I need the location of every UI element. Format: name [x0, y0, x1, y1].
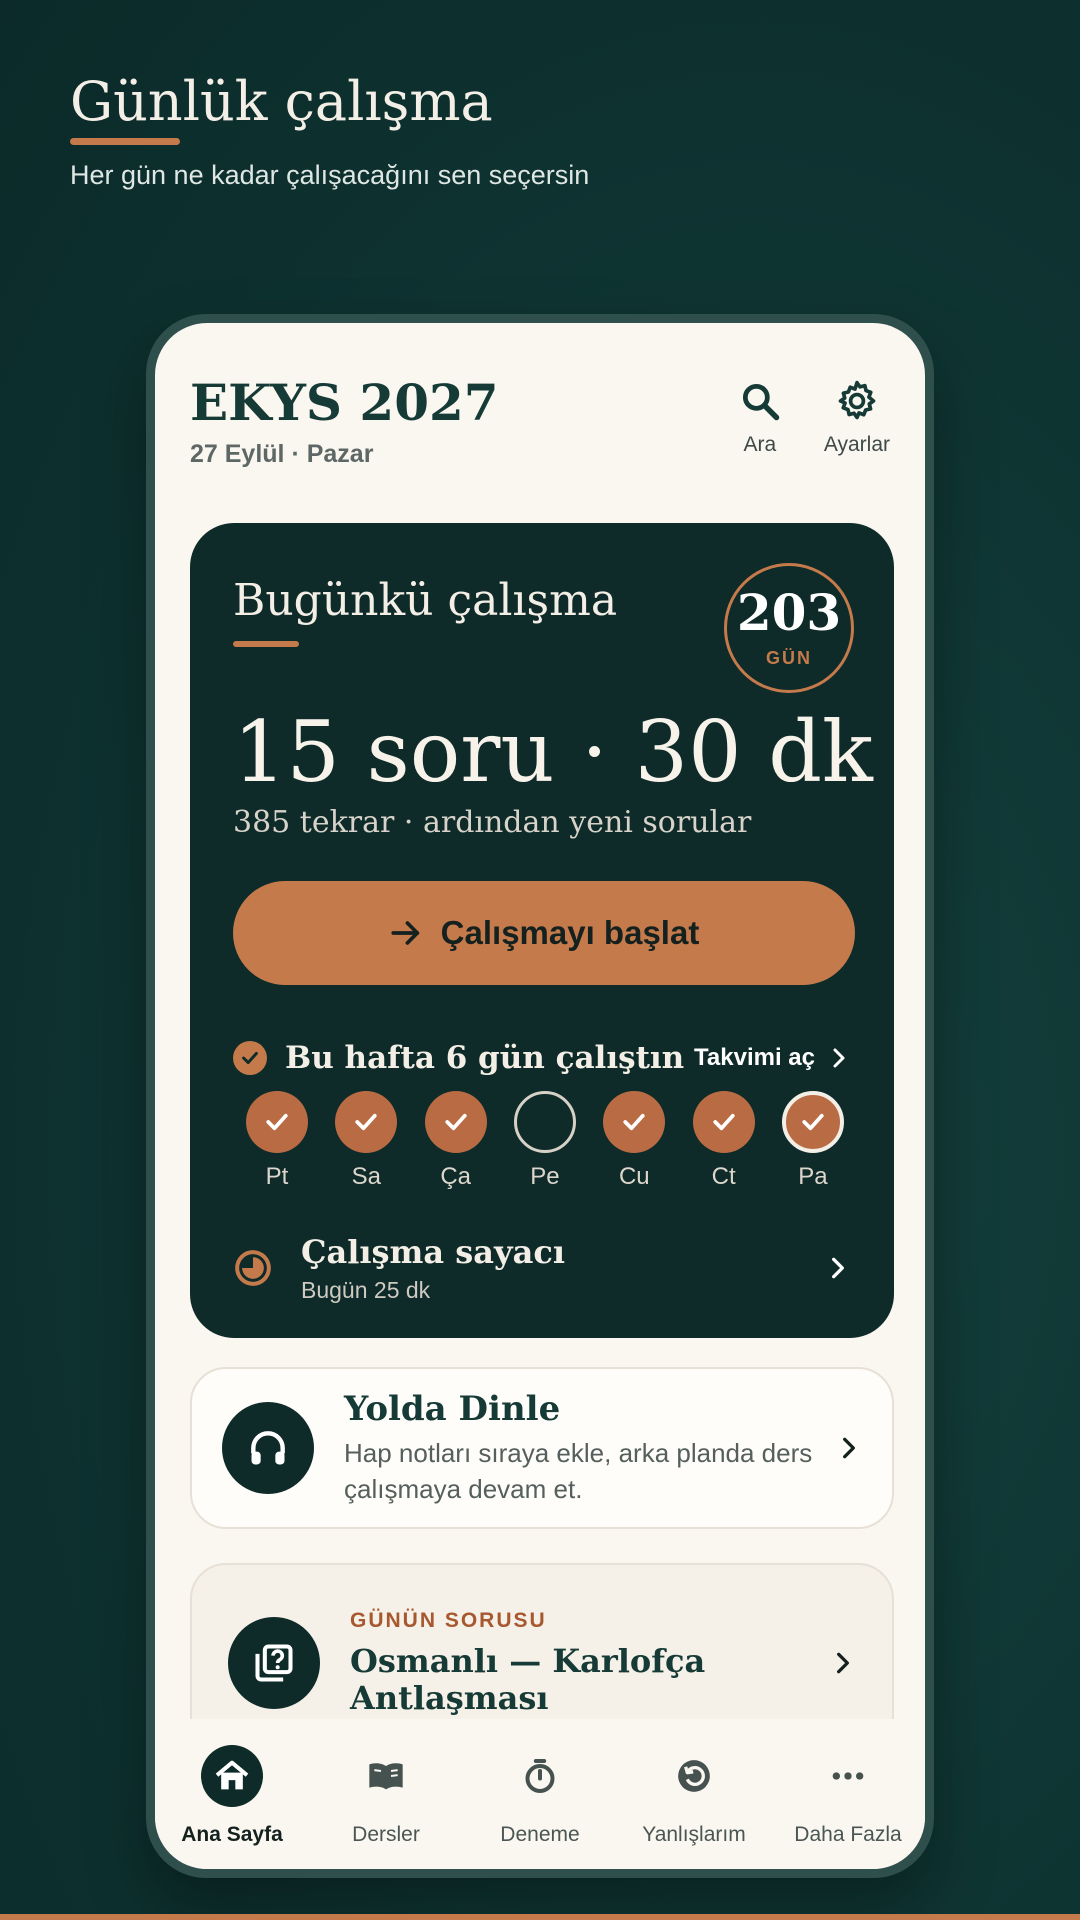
week-day: Sa — [334, 1091, 398, 1191]
timer-title: Çalışma sayacı — [301, 1232, 565, 1271]
quiz-icon — [228, 1617, 320, 1709]
chevron-right-icon — [832, 1257, 844, 1279]
day-done-check-icon — [246, 1091, 308, 1153]
search-icon — [742, 383, 780, 421]
day-done-check-icon — [603, 1091, 666, 1153]
question-of-day-label: GÜNÜN SORUSU — [350, 1609, 547, 1633]
week-days: Pt Sa Ça Pe Cu Ct Pa — [245, 1091, 845, 1191]
study-timer-row[interactable]: Çalışma sayacı Bugün 25 dk — [233, 1233, 851, 1303]
more-icon — [817, 1745, 879, 1807]
stopwatch-icon — [509, 1745, 571, 1807]
nav-item-more[interactable]: Daha Fazla — [773, 1745, 923, 1847]
day-done-check-icon — [781, 1091, 844, 1153]
nav-label: Dersler — [352, 1823, 420, 1846]
chevron-right-icon — [837, 1652, 849, 1674]
hero-subtitle: Her gün ne kadar çalışacağını sen seçers… — [70, 160, 590, 190]
hero-underline — [70, 138, 180, 145]
day-done-check-icon — [424, 1091, 487, 1153]
app-header: EKYS 2027 27 Eylül · Pazar Ara Ayarlar — [190, 373, 890, 483]
arrow-right-icon — [391, 921, 419, 945]
search-label: Ara — [743, 433, 777, 456]
study-title: Bugünkü çalışma — [233, 575, 618, 626]
nav-label: Daha Fazla — [794, 1823, 902, 1846]
search-button[interactable]: Ara — [738, 379, 782, 457]
question-of-day-title: Osmanlı — Karlofça Antlaşması — [350, 1642, 706, 1717]
chevron-right-icon — [843, 1437, 855, 1459]
start-study-button[interactable]: Çalışmayı başlat — [233, 881, 855, 985]
week-day-label: Pa — [798, 1163, 828, 1190]
header-actions: Ara Ayarlar — [738, 379, 890, 457]
study-card: Bugünkü çalışma 203 GÜN 15 soru · 30 dk … — [190, 523, 894, 1338]
streak-unit: GÜN — [766, 647, 812, 668]
week-day-label: Ct — [711, 1163, 736, 1190]
hero-title: Günlük çalışma — [70, 70, 493, 133]
settings-button[interactable]: Ayarlar — [824, 379, 890, 457]
nav-item-mistakes[interactable]: Yanlışlarım — [619, 1745, 769, 1847]
nav-label: Deneme — [500, 1823, 580, 1846]
study-title-underline — [233, 641, 299, 647]
timer-subtitle: Bugün 25 dk — [301, 1276, 431, 1303]
settings-label: Ayarlar — [823, 433, 890, 456]
listen-description: Hap notları sıraya ekle, arka planda der… — [344, 1437, 813, 1504]
week-summary: Bu hafta 6 gün çalıştın Takvimi aç — [233, 1033, 851, 1083]
week-day: Cu — [602, 1091, 666, 1191]
nav-label: Yanlışlarım — [642, 1823, 746, 1846]
nav-item-home[interactable]: Ana Sayfa — [157, 1745, 307, 1847]
retry-icon — [663, 1745, 725, 1807]
listen-title: Yolda Dinle — [344, 1388, 561, 1429]
study-goal: 15 soru · 30 dk — [233, 703, 873, 801]
home-icon — [201, 1745, 263, 1807]
phone-frame: EKYS 2027 27 Eylül · Pazar Ara Ayarlar B… — [146, 314, 934, 1878]
nav-label: Ana Sayfa — [181, 1823, 283, 1846]
timer-icon — [235, 1250, 271, 1286]
week-day-label: Pt — [265, 1163, 289, 1190]
bottom-nav: Ana Sayfa Dersler Deneme Yanlışlarım Daha Fa… — [155, 1719, 925, 1869]
app-screen: EKYS 2027 27 Eylül · Pazar Ara Ayarlar B… — [155, 323, 925, 1869]
week-day: Pe — [513, 1091, 577, 1191]
open-calendar-label: Takvimi aç — [694, 1044, 815, 1071]
nav-item-exam[interactable]: Deneme — [465, 1745, 615, 1847]
study-detail: 385 tekrar · ardından yeni sorular — [233, 805, 752, 840]
listen-card[interactable]: Yolda Dinle Hap notları sıraya ekle, ark… — [190, 1367, 894, 1529]
week-day: Pt — [245, 1091, 309, 1191]
week-day-label: Cu — [618, 1163, 650, 1190]
week-text: Bu hafta 6 gün çalıştın — [285, 1040, 685, 1076]
week-day-label: Ça — [440, 1163, 471, 1190]
week-day: Ct — [692, 1091, 756, 1191]
streak-count: 203 — [736, 582, 842, 642]
day-done-check-icon — [335, 1091, 398, 1153]
week-day: Ça — [424, 1091, 488, 1191]
open-calendar-link[interactable]: Takvimi aç — [694, 1044, 851, 1072]
bottom-accent-bar — [0, 1914, 1080, 1920]
nav-item-courses[interactable]: Dersler — [311, 1745, 461, 1847]
week-day: Pa — [781, 1091, 845, 1191]
headphones-icon — [222, 1402, 314, 1494]
week-day-label: Pe — [530, 1163, 560, 1190]
day-empty-circle-icon — [513, 1091, 576, 1153]
week-day-label: Sa — [351, 1163, 381, 1190]
gear-icon — [838, 380, 876, 420]
start-study-label: Çalışmayı başlat — [440, 914, 700, 951]
book-icon — [355, 1745, 417, 1807]
streak-badge: 203 GÜN — [724, 563, 854, 693]
chevron-right-icon — [833, 1048, 845, 1068]
check-circle-icon — [233, 1041, 267, 1075]
day-done-check-icon — [692, 1091, 755, 1153]
